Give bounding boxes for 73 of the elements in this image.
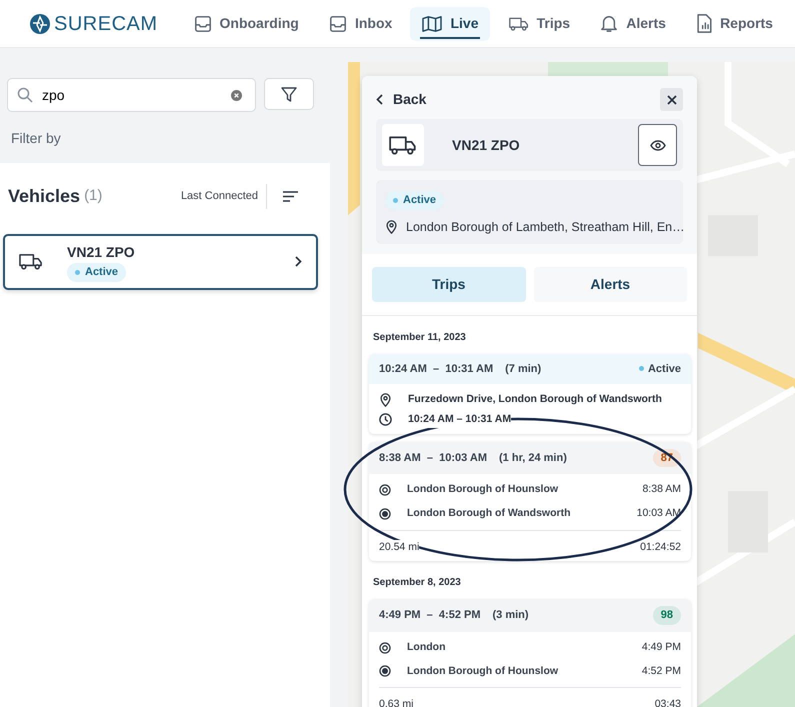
clock-icon bbox=[379, 413, 392, 426]
trip-time: 10:24 AM – 10:31 AM bbox=[379, 362, 494, 376]
back-button[interactable]: Back bbox=[376, 89, 426, 110]
nav-tab[interactable]: Inbox bbox=[316, 6, 404, 40]
trip-elapsed: 01:24:52 bbox=[640, 540, 681, 554]
trip-time: 4:49 PM – 4:52 PM bbox=[379, 608, 480, 624]
trip-time-range: 10:24 AM – 10:31 AM bbox=[408, 412, 512, 428]
trip-distance: 0.63 mi bbox=[379, 697, 414, 707]
end-time: 10:03 AM bbox=[636, 506, 681, 521]
nav-tab[interactable]: Reports bbox=[684, 6, 785, 40]
eye-icon bbox=[650, 140, 666, 150]
destination-icon bbox=[379, 665, 391, 678]
date-header: September 8, 2023 bbox=[373, 576, 462, 590]
view-button[interactable] bbox=[638, 124, 677, 166]
destination-location: London Borough of Wandsworth bbox=[407, 506, 570, 521]
search-field[interactable]: zpo bbox=[7, 78, 256, 112]
brand-name: SURECAM bbox=[54, 12, 158, 36]
document-chart-icon bbox=[696, 14, 712, 33]
date-header: September 11, 2023 bbox=[373, 330, 467, 344]
panel-tab[interactable]: Trips bbox=[372, 266, 526, 302]
destination-icon bbox=[379, 508, 391, 520]
origin-location: London bbox=[407, 640, 446, 655]
inbox-icon bbox=[194, 14, 212, 32]
map-icon bbox=[422, 14, 442, 32]
status-badge: Active bbox=[385, 191, 444, 210]
trip-duration: (1 hr, 24 min) bbox=[498, 450, 567, 466]
filter-icon bbox=[281, 86, 297, 102]
nav-tab[interactable]: Live bbox=[410, 6, 490, 40]
trip-duration: (7 min) bbox=[504, 362, 542, 376]
bell-icon bbox=[600, 14, 618, 33]
sort-label[interactable]: Last Connected bbox=[180, 184, 267, 209]
filter-button[interactable] bbox=[264, 78, 314, 110]
trip-card[interactable]: 4:49 PM – 4:52 PM (3 min) 98 London 4:49 PM London Borough of Hounslow 4:52 PM 0.63 mi 03:43 bbox=[369, 599, 691, 707]
truck-icon bbox=[508, 16, 529, 32]
score-badge: 98 bbox=[652, 606, 681, 625]
start-time: 8:38 AM bbox=[642, 482, 681, 497]
trip-location: Furzedown Drive, London Borough of Wandsworth bbox=[408, 392, 662, 407]
origin-icon bbox=[379, 484, 391, 496]
close-button[interactable] bbox=[660, 88, 683, 111]
vehicle-name: VN21 ZPO bbox=[451, 136, 520, 154]
location-pin-icon bbox=[385, 220, 398, 234]
search-icon bbox=[17, 87, 33, 103]
nav-tab[interactable]: Alerts bbox=[588, 6, 678, 40]
clear-icon[interactable] bbox=[231, 90, 242, 101]
vehicle-card[interactable]: VN21 ZPO Active bbox=[3, 234, 318, 290]
close-icon bbox=[666, 94, 676, 104]
truck-icon bbox=[19, 252, 43, 272]
end-time: 4:52 PM bbox=[642, 664, 681, 678]
vehicle-name: VN21 ZPO bbox=[67, 243, 135, 262]
status-badge: Active bbox=[67, 263, 126, 282]
trip-duration: (3 min) bbox=[492, 608, 529, 624]
trip-card[interactable]: 10:24 AM – 10:31 AM (7 min) Active Furzedown Drive, London Borough of Wandsworth 10:24 AM – 10:31 AM bbox=[369, 354, 691, 434]
logo-icon bbox=[30, 14, 50, 34]
section-title: Vehicles bbox=[8, 185, 80, 208]
vehicle-count: (1) bbox=[84, 186, 102, 206]
filter-label: Filter by bbox=[11, 129, 61, 148]
location-text: London Borough of Lambeth, Streatham Hill, En… bbox=[406, 218, 685, 236]
nav-tab[interactable]: Onboarding bbox=[182, 6, 311, 40]
sort-icon[interactable] bbox=[283, 191, 298, 202]
panel-tab[interactable]: Alerts bbox=[534, 266, 687, 302]
location-pin-icon bbox=[379, 392, 392, 407]
chevron-left-icon bbox=[376, 94, 383, 105]
truck-icon bbox=[389, 134, 417, 156]
start-time: 4:49 PM bbox=[642, 640, 681, 655]
origin-location: London Borough of Hounslow bbox=[407, 482, 558, 497]
trip-time: 8:38 AM – 10:03 AM bbox=[379, 450, 488, 466]
inbox-icon bbox=[328, 14, 347, 32]
origin-icon bbox=[379, 642, 391, 654]
destination-location: London Borough of Hounslow bbox=[407, 664, 558, 678]
trip-status: Active bbox=[638, 360, 681, 377]
trip-elapsed: 03:43 bbox=[654, 697, 681, 707]
chevron-right-icon bbox=[295, 256, 302, 268]
nav-tab[interactable]: Trips bbox=[496, 6, 582, 40]
